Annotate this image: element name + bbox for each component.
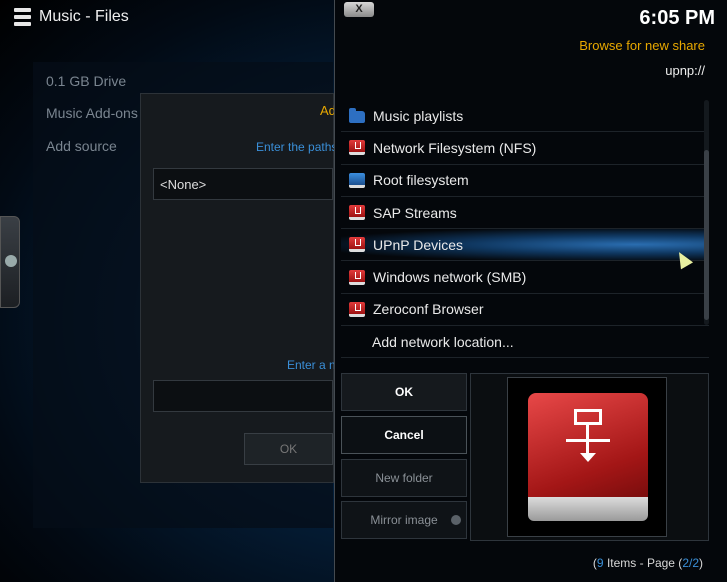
side-menu-tab[interactable] [0, 216, 20, 308]
source-item-music-addons[interactable]: Music Add-ons [46, 105, 138, 121]
browse-dialog-heading: Browse for new share [579, 38, 705, 53]
item-count: 9 [596, 556, 604, 570]
list-item-nfs[interactable]: Network Filesystem (NFS) [341, 132, 709, 165]
network-drive-icon [349, 237, 365, 253]
source-path-field[interactable]: <None> [153, 168, 333, 200]
mirror-image-radio-icon[interactable] [451, 515, 461, 525]
close-button[interactable]: X [344, 2, 374, 17]
list-item-upnp-devices[interactable]: UPnP Devices [341, 229, 709, 262]
list-item-music-playlists[interactable]: Music playlists [341, 100, 709, 133]
list-scrollbar-thumb[interactable] [704, 150, 709, 320]
drive-icon [349, 172, 365, 188]
network-drive-icon [349, 269, 365, 285]
source-item-drive[interactable]: 0.1 GB Drive [46, 73, 126, 89]
page-footer: (9 Items - Page (2/2) [592, 556, 703, 570]
list-item-label: Windows network (SMB) [373, 269, 527, 286]
page-indicator: 2/2 [682, 556, 699, 570]
current-path: upnp:// [665, 63, 705, 78]
list-item-label: SAP Streams [373, 204, 457, 221]
clock: 6:05 PM [639, 7, 715, 29]
source-item-add-source[interactable]: Add source [46, 138, 117, 154]
list-item-label: UPnP Devices [373, 236, 464, 253]
window-title: Music - Files [39, 8, 129, 25]
list-item-root-filesystem[interactable]: Root filesystem [341, 165, 709, 197]
folder-icon [349, 107, 365, 123]
list-item-label: Music playlists [373, 107, 464, 124]
network-drive-icon [349, 140, 365, 156]
xbmc-logo-icon [14, 8, 31, 26]
list-item-label: Root filesystem [373, 172, 469, 189]
list-item-label: Zeroconf Browser [373, 301, 484, 318]
list-item-label: Network Filesystem (NFS) [373, 139, 537, 156]
mirror-image-button[interactable]: Mirror image [341, 501, 467, 539]
network-drive-icon [349, 205, 365, 221]
list-scrollbar[interactable] [704, 100, 709, 325]
ok-button[interactable]: OK [341, 373, 467, 411]
list-item-windows-network[interactable]: Windows network (SMB) [341, 261, 709, 294]
network-drive-large-icon [528, 393, 648, 523]
side-menu-dot-icon [5, 255, 17, 267]
new-folder-button[interactable]: New folder [341, 459, 467, 497]
network-drive-icon [349, 301, 365, 317]
list-item-sap-streams[interactable]: SAP Streams [341, 197, 709, 230]
share-list: Music playlists Network Filesystem (NFS)… [341, 100, 709, 359]
source-name-field[interactable] [153, 380, 333, 412]
add-source-ok-button[interactable]: OK [244, 433, 333, 465]
list-item-add-network-location[interactable]: Add network location... [341, 326, 709, 359]
items-text: Items - Page ( [603, 556, 683, 570]
list-item-label: Add network location... [372, 333, 514, 350]
cancel-button[interactable]: Cancel [341, 416, 467, 454]
window-header: Music - Files [14, 8, 129, 26]
list-item-zeroconf[interactable]: Zeroconf Browser [341, 294, 709, 327]
